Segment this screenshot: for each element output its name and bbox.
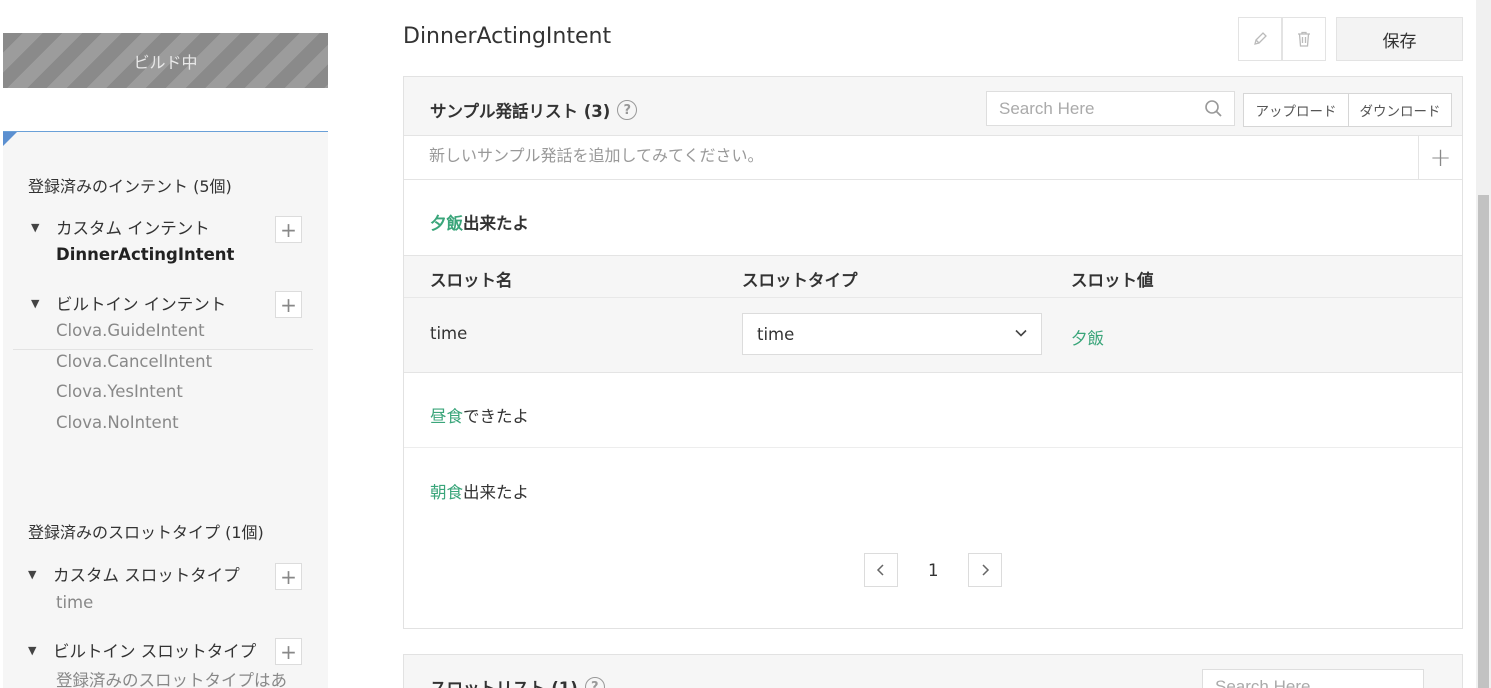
add-custom-slottype-button[interactable]: + bbox=[275, 563, 302, 590]
sidebar-item-dinneractingintent[interactable]: DinnerActingIntent bbox=[56, 245, 234, 264]
slot-search-box bbox=[1202, 669, 1424, 688]
intents-section-title: 登録済みのインテント (5個) bbox=[28, 177, 232, 196]
custom-slottype-group[interactable]: ▼ カスタム スロットタイプ bbox=[28, 562, 240, 586]
upload-button[interactable]: アップロード bbox=[1243, 93, 1349, 127]
delete-button[interactable] bbox=[1282, 17, 1326, 61]
sidebar-item-cancelintent[interactable]: Clova.CancelIntent bbox=[56, 352, 212, 371]
slot-list-card: スロットリスト (1) ? bbox=[403, 654, 1463, 688]
table-row: time time 夕飯 bbox=[404, 298, 1462, 373]
slot-list-title: スロットリスト (1) ? bbox=[430, 675, 605, 688]
slot-value-cell[interactable]: 夕飯 bbox=[1071, 325, 1104, 349]
sidebar-item-yesintent[interactable]: Clova.YesIntent bbox=[56, 382, 183, 401]
builtin-intent-group[interactable]: ▼ ビルトイン インテント bbox=[31, 291, 226, 315]
utterance-item[interactable]: 昼食できたよ bbox=[430, 403, 529, 427]
utterance-slot: 朝食 bbox=[430, 483, 463, 502]
slot-name-cell: time bbox=[430, 324, 468, 343]
utterance-text: できたよ bbox=[463, 407, 529, 426]
chevron-down-icon bbox=[1015, 329, 1027, 337]
search-icon[interactable] bbox=[1204, 99, 1224, 119]
page-title: DinnerActingIntent bbox=[403, 24, 612, 49]
slottypes-section-title: 登録済みのスロットタイプ (1個) bbox=[28, 523, 264, 542]
sample-utterance-header: サンプル発話リスト (3) ? アップロード ダウンロード bbox=[404, 77, 1462, 136]
caret-down-icon: ▼ bbox=[31, 220, 40, 234]
builtin-slottype-label: ビルトイン スロットタイプ bbox=[53, 642, 257, 661]
trash-icon bbox=[1298, 31, 1310, 47]
utterance-item[interactable]: 夕飯出来たよ bbox=[430, 210, 529, 234]
add-utterance-input[interactable] bbox=[429, 146, 1389, 165]
save-button[interactable]: 保存 bbox=[1336, 17, 1463, 61]
sidebar-item-nointent[interactable]: Clova.NoIntent bbox=[56, 413, 179, 432]
sample-utterance-title-text: サンプル発話リスト (3) bbox=[430, 102, 611, 121]
slot-table-header: スロット名 スロットタイプ スロット値 bbox=[404, 255, 1462, 298]
sidebar: ビルド中 登録済みのインテント (5個) ▼ カスタム インテント + Dinn… bbox=[0, 0, 330, 688]
sidebar-item-slottype-time[interactable]: time bbox=[56, 593, 93, 612]
slot-search-input[interactable] bbox=[1215, 676, 1395, 688]
column-header-slot-value: スロット値 bbox=[1071, 271, 1154, 290]
chevron-right-icon bbox=[982, 564, 990, 576]
sample-utterance-title: サンプル発話リスト (3) ? bbox=[430, 98, 638, 122]
download-button[interactable]: ダウンロード bbox=[1348, 93, 1452, 127]
column-header-slot-type: スロットタイプ bbox=[742, 271, 858, 290]
add-builtin-intent-button[interactable]: + bbox=[275, 291, 302, 318]
caret-down-icon: ▼ bbox=[28, 643, 37, 657]
sample-utterance-card: サンプル発話リスト (3) ? アップロード ダウンロード + 夕飯出来たよ ス… bbox=[403, 76, 1463, 629]
sample-search-box bbox=[986, 91, 1235, 126]
column-header-slot-name: スロット名 bbox=[430, 271, 513, 290]
slot-list-title-text: スロットリスト (1) bbox=[430, 675, 578, 688]
sample-search-input[interactable] bbox=[999, 98, 1199, 119]
builtin-intent-label: ビルトイン インテント bbox=[56, 295, 227, 314]
utterance-slot: 夕飯 bbox=[430, 214, 463, 233]
build-status-banner: ビルド中 bbox=[3, 33, 328, 88]
row-divider bbox=[404, 447, 1462, 448]
utterance-item[interactable]: 朝食出来たよ bbox=[430, 479, 529, 503]
build-status-label: ビルド中 bbox=[133, 52, 198, 72]
next-page-button[interactable] bbox=[968, 553, 1002, 587]
sidebar-divider bbox=[13, 349, 313, 350]
utterance-text: 出来たよ bbox=[463, 483, 529, 502]
current-page[interactable]: 1 bbox=[928, 561, 939, 580]
sidebar-item-guideintent[interactable]: Clova.GuideIntent bbox=[56, 321, 205, 340]
help-icon[interactable]: ? bbox=[617, 100, 638, 120]
pencil-icon bbox=[1254, 32, 1267, 45]
custom-intent-label: カスタム インテント bbox=[56, 219, 210, 238]
builtin-slottype-note: 登録済みのスロットタイプはあ bbox=[56, 671, 287, 688]
sidebar-panel: 登録済みのインテント (5個) ▼ カスタム インテント + DinnerAct… bbox=[3, 131, 328, 688]
add-utterance-button[interactable]: + bbox=[1418, 136, 1462, 179]
builtin-slottype-group[interactable]: ▼ ビルトイン スロットタイプ bbox=[28, 638, 256, 662]
chevron-left-icon bbox=[876, 564, 884, 576]
custom-intent-group[interactable]: ▼ カスタム インテント bbox=[31, 215, 210, 239]
slot-type-select[interactable]: time bbox=[742, 313, 1042, 355]
utterance-text: 出来たよ bbox=[463, 214, 529, 233]
custom-slottype-label: カスタム スロットタイプ bbox=[53, 566, 240, 585]
add-custom-intent-button[interactable]: + bbox=[275, 216, 302, 243]
help-icon[interactable]: ? bbox=[584, 677, 605, 688]
prev-page-button[interactable] bbox=[864, 553, 898, 587]
caret-down-icon: ▼ bbox=[31, 296, 40, 310]
utterance-slot: 昼食 bbox=[430, 407, 463, 426]
add-builtin-slottype-button[interactable]: + bbox=[275, 638, 302, 665]
slot-type-selected: time bbox=[757, 324, 795, 344]
panel-corner-marker bbox=[3, 132, 17, 146]
add-utterance-row: + bbox=[404, 136, 1462, 180]
caret-down-icon: ▼ bbox=[28, 567, 37, 581]
edit-button[interactable] bbox=[1238, 17, 1282, 61]
scrollbar-thumb[interactable] bbox=[1478, 195, 1489, 688]
